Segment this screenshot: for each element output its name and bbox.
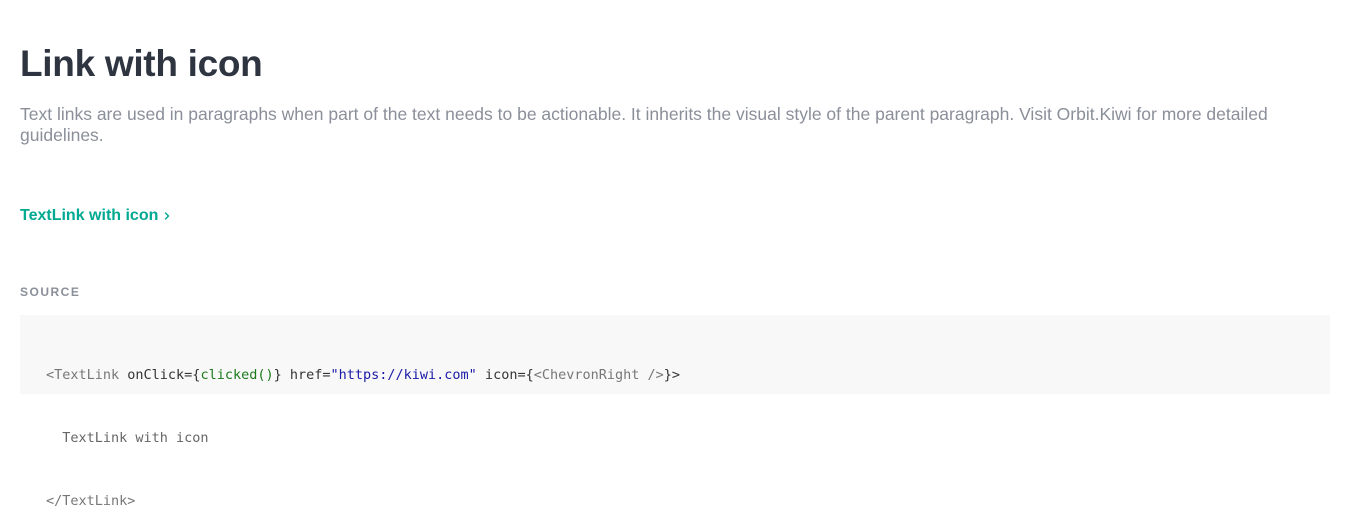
textlink-with-icon[interactable]: TextLink with icon xyxy=(20,205,172,227)
code-icon-value: <ChevronRight /> xyxy=(533,367,664,383)
code-line-3: </TextLink> xyxy=(46,493,136,509)
code-attr-icon: icon={ xyxy=(476,367,534,383)
code-attr-href: } href= xyxy=(273,367,331,383)
page: Link with icon Text links are used in pa… xyxy=(0,0,1350,514)
source-code-block[interactable]: <TextLink onClick={clicked()} href="http… xyxy=(20,315,1330,509)
page-title: Link with icon xyxy=(20,43,263,84)
code-open-tag: <TextLink xyxy=(46,367,120,383)
page-description: Text links are used in paragraphs when p… xyxy=(20,104,1268,145)
code-line-1: <TextLink onClick={clicked()} href="http… xyxy=(46,365,1304,386)
source-label: SOURCE xyxy=(20,285,81,299)
chevron-right-icon xyxy=(165,212,170,220)
code-close-brace: }> xyxy=(663,367,681,383)
code-line-2: TextLink with icon xyxy=(46,430,209,446)
code-href-value: "https://kiwi.com" xyxy=(330,367,477,383)
textlink-label: TextLink with icon xyxy=(20,207,159,224)
code-onclick-value: clicked() xyxy=(200,367,274,383)
code-attr-onclick: onClick={ xyxy=(119,367,201,383)
